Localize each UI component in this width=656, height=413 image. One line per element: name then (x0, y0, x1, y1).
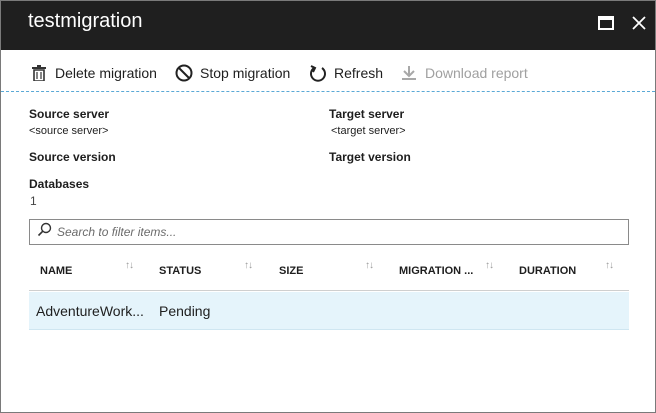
trash-icon (30, 64, 48, 82)
target-server-value: <target server> (331, 125, 406, 137)
column-header-migration[interactable]: MIGRATION ... ↑↓ (388, 251, 508, 291)
target-server-label: Target server (329, 107, 405, 121)
column-header-name[interactable]: NAME ↑↓ (29, 251, 148, 291)
column-header-status[interactable]: STATUS ↑↓ (148, 251, 268, 291)
row-status: Pending (159, 303, 211, 319)
refresh-button[interactable]: Refresh (309, 62, 383, 84)
command-bar: Delete migration Stop migration Refresh (1, 50, 655, 92)
refresh-label: Refresh (334, 65, 384, 81)
delete-migration-label: Delete migration (55, 65, 157, 81)
row-database-name: AdventureWork... (36, 303, 144, 319)
title-bar: testmigration (1, 1, 655, 50)
refresh-icon (309, 64, 327, 82)
maximize-button[interactable] (593, 10, 619, 36)
sort-icon: ↑↓ (485, 260, 494, 271)
source-server-value: <source server> (29, 125, 109, 137)
stop-icon (175, 64, 193, 82)
target-version-label: Target version (329, 150, 411, 164)
filter-search-box[interactable] (29, 219, 629, 245)
stop-migration-label: Stop migration (200, 65, 291, 81)
source-version-label: Source version (29, 150, 116, 164)
close-icon (632, 16, 646, 30)
sort-icon: ↑↓ (244, 260, 253, 271)
source-server-label: Source server (29, 107, 110, 121)
migration-blade: testmigration Delete migration Stop migr… (0, 0, 656, 413)
maximize-icon (598, 16, 614, 30)
sort-icon: ↑↓ (125, 260, 134, 271)
delete-migration-button[interactable]: Delete migration (30, 62, 157, 84)
column-header-duration[interactable]: DURATION ↑↓ (508, 251, 629, 291)
download-icon (400, 64, 418, 82)
close-button[interactable] (626, 10, 652, 36)
databases-label: Databases (29, 177, 90, 191)
sort-icon: ↑↓ (365, 260, 374, 271)
download-report-button[interactable]: Download report (400, 62, 528, 84)
column-header-size[interactable]: SIZE ↑↓ (268, 251, 388, 291)
download-report-label: Download report (425, 65, 528, 81)
table-row[interactable]: AdventureWork... Pending (29, 292, 629, 330)
search-icon (37, 222, 52, 242)
blade-title: testmigration (28, 10, 143, 32)
table-header: NAME ↑↓ STATUS ↑↓ SIZE ↑↓ MIGRATION ... … (29, 251, 629, 291)
stop-migration-button[interactable]: Stop migration (175, 62, 290, 84)
filter-input[interactable] (57, 225, 617, 239)
databases-count: 1 (30, 194, 37, 208)
sort-icon: ↑↓ (605, 260, 614, 271)
